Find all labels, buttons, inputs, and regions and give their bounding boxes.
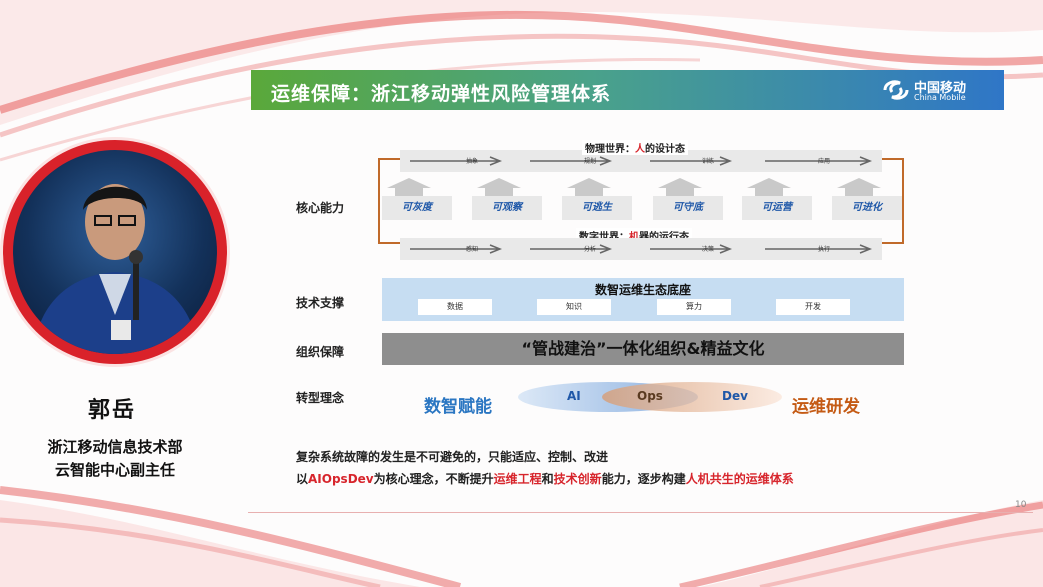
china-mobile-logo-icon [883,80,909,100]
capability-3: 可逃生 [562,196,632,220]
capability-6: 可进化 [832,196,902,220]
capability-4: 可守底 [653,196,723,220]
statement-l2-e: 和 [541,472,554,486]
page-title: 运维保障：浙江移动弹性风险管理体系 [271,83,612,105]
physical-step-2: 规划 [584,158,597,165]
row-label-tech: 技术支撑 [296,296,345,310]
speaker-photo [13,150,217,354]
speaker-title-line-1: 浙江移动信息技术部 [47,438,183,456]
digital-world-band: 感知 分析 决策 执行 [400,238,882,260]
speaker-name: 郭岳 [88,398,137,423]
statement-l2-aiopsdev: AIOpsDev [308,472,374,486]
statement-l2-ops-engineering: 运维工程 [493,472,542,486]
tech-item-knowledge: 知识 [537,299,611,315]
speaker-illustration [33,184,199,354]
transform-left-label: 数智赋能 [424,397,492,417]
transform-dev: Dev [722,389,748,403]
digital-step-2: 分析 [584,246,597,253]
physical-world-prefix: 物理世界： [585,144,635,155]
row-label-transform: 转型理念 [296,391,345,405]
digital-step-4: 执行 [818,246,831,253]
footer-rule [248,512,1033,513]
row-label-org: 组织保障 [296,345,345,359]
logo-text-en: China Mobile [914,93,966,102]
tech-support-box: 数智运维生态底座 数据 知识 算力 开发 [382,278,904,321]
tech-item-data: 数据 [418,299,492,315]
physical-world-suffix: 的设计态 [645,144,685,155]
physical-step-4: 应用 [818,158,831,165]
physical-world-highlight: 人 [635,144,645,155]
tech-support-title: 数智运维生态底座 [594,283,691,297]
digital-step-1: 感知 [466,246,479,253]
speaker-title-line-2: 云智能中心副主任 [54,461,175,479]
tech-item-development: 开发 [776,299,850,315]
statement-l2-g: 能力，逐步构建 [601,472,686,486]
capability-5: 可运营 [742,196,812,220]
capability-2: 可观察 [472,196,542,220]
page-number: 10 [1015,500,1027,510]
transform-right-label: 运维研发 [792,397,860,417]
statement-line-2: 以AIOpsDev为核心理念，不断提升运维工程和技术创新能力，逐步构建人机共生的… [296,470,794,487]
transform-ai: AI [567,389,581,403]
statement-l2-a: 以 [296,472,309,486]
statement-line-1: 复杂系统故障的发生是不可避免的，只能适应、控制、改进 [296,450,609,464]
physical-world-title: 物理世界：人的设计态 [582,140,688,155]
speaker-photo-frame [3,140,227,364]
china-mobile-logo: 中国移动 China Mobile [882,76,992,104]
digital-step-3: 决策 [702,246,715,253]
title-bar: 运维保障：浙江移动弹性风险管理体系 中国移动 China Mobile [251,70,1004,110]
physical-step-1: 抽象 [466,158,479,165]
tech-item-compute: 算力 [657,299,731,315]
statement-l2-tech-innovation: 技术创新 [553,472,602,486]
physical-step-3: 训练 [702,158,715,165]
org-support-box: “管战建治”一体化组织&精益文化 [382,333,904,365]
transform-ops: Ops [637,389,663,403]
upward-arrows [387,178,881,198]
statement-l2-c: 为核心理念，不断提升 [373,472,494,486]
statement-l2-system: 人机共生的运维体系 [685,472,794,486]
capability-1: 可灰度 [382,196,452,220]
row-label-core: 核心能力 [296,201,345,215]
